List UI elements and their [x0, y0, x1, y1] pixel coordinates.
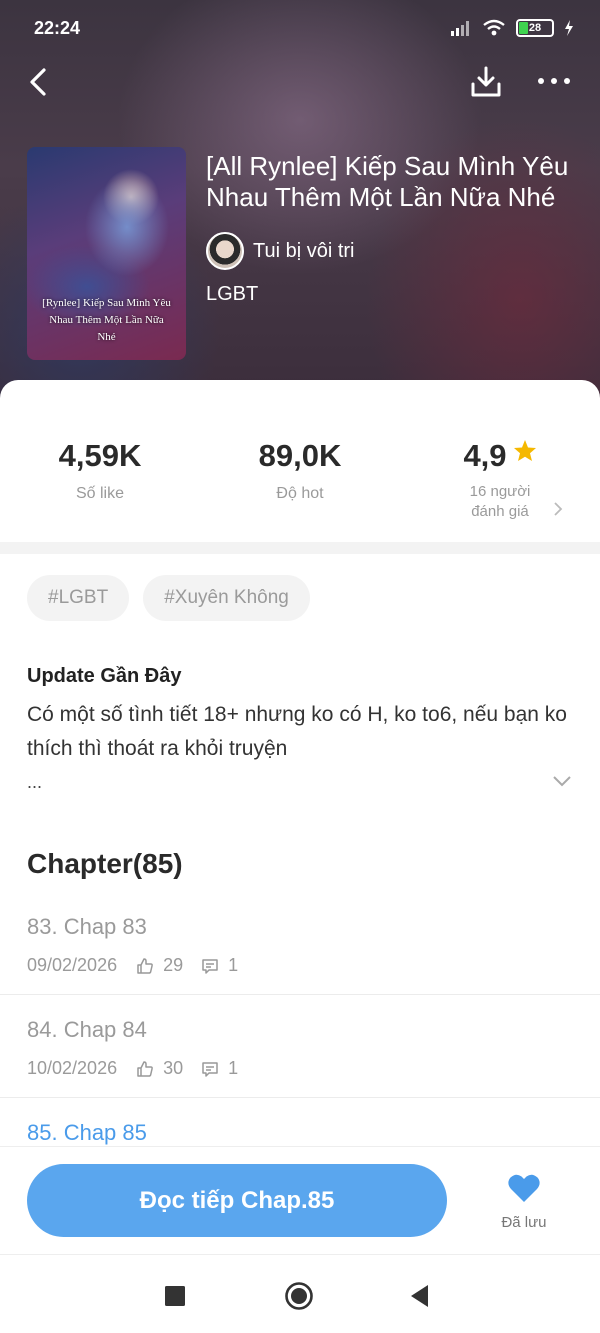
chapter-meta: 10/02/2026 30 1 [27, 1058, 238, 1079]
continue-reading-button[interactable]: Đọc tiếp Chap.85 [27, 1164, 447, 1237]
update-ellipsis: ... [27, 772, 43, 792]
tag-xuyen-khong[interactable]: #Xuyên Không [143, 575, 310, 621]
thumbs-up-icon [136, 1060, 154, 1078]
bottom-action-bar: Đọc tiếp Chap.85 Đã lưu [0, 1146, 600, 1254]
chapter-row-current[interactable]: 85. Chap 85 [0, 1098, 600, 1150]
likes-label: Số like [75, 485, 125, 502]
book-hero-header: 22:24 28 [Rynlee] Kiếp Sau Mình Yêu Nhau… [0, 0, 600, 420]
chapter-row[interactable]: 83. Chap 83 09/02/2026 29 1 [0, 892, 600, 995]
top-navigation [0, 58, 600, 106]
circle-icon [285, 1282, 313, 1310]
signal-icon [451, 21, 469, 36]
rating-value: 4,9 [463, 438, 507, 473]
status-bar: 22:24 28 [0, 0, 600, 58]
comment-icon [201, 1060, 219, 1078]
saved-label: Đã lưu [501, 1214, 547, 1231]
chapter-likes: 29 [163, 955, 184, 975]
stat-likes: 4,59K Số like [50, 438, 150, 504]
chapter-heading: Chapter(85) [27, 848, 183, 879]
chapter-title: 85. Chap 85 [27, 1120, 147, 1145]
chapter-date: 09/02/2026 [27, 955, 118, 975]
more-icon [538, 78, 570, 84]
triangle-back-icon [411, 1285, 428, 1307]
chapter-date: 10/02/2026 [27, 1058, 118, 1078]
home-button[interactable] [284, 1281, 314, 1311]
chapter-comments: 1 [228, 1058, 239, 1078]
download-icon [471, 66, 501, 97]
book-details: 4,59K Số like 89,0K Độ hot 4,9 16 người … [0, 380, 600, 1150]
book-category[interactable]: LGBT [206, 283, 258, 306]
square-icon [165, 1286, 185, 1306]
back-nav-button[interactable] [406, 1281, 436, 1311]
author-avatar [206, 232, 244, 270]
chapter-row[interactable]: 84. Chap 84 10/02/2026 30 1 [0, 995, 600, 1098]
author-name: Tui bị vôi tri [253, 239, 355, 262]
download-button[interactable] [468, 64, 504, 100]
section-divider [0, 542, 600, 554]
tag-lgbt[interactable]: #LGBT [27, 575, 130, 621]
hot-value: 89,0K [258, 438, 342, 473]
status-time: 22:24 [34, 18, 81, 38]
recent-apps-button[interactable] [160, 1281, 190, 1311]
back-arrow-icon [30, 68, 46, 96]
star-icon [513, 440, 536, 461]
tag-list: #LGBT #Xuyên Không [27, 575, 310, 621]
book-title: [All Rynlee] Kiếp Sau Mình Yêu Nhau Thêm… [206, 151, 569, 212]
rating-caption: đánh giá [471, 503, 529, 520]
thumbs-up-icon [136, 957, 154, 975]
chapter-list: 83. Chap 83 09/02/2026 29 1 84. Chap 84 … [0, 892, 600, 1150]
heart-icon [508, 1174, 540, 1202]
chapter-title: 83. Chap 83 [27, 914, 147, 939]
battery-level: 28 [528, 22, 542, 34]
update-description: Có một số tình tiết 18+ nhưng ko có H, k… [27, 703, 567, 760]
stats-row: 4,59K Số like 89,0K Độ hot 4,9 16 người … [0, 380, 600, 542]
wifi-icon [483, 19, 505, 36]
update-heading: Update Gần Đây [27, 665, 182, 687]
back-button[interactable] [24, 64, 56, 100]
comment-icon [201, 957, 219, 975]
chapter-likes: 30 [163, 1058, 184, 1078]
system-navigation-bar [0, 1254, 600, 1333]
rating-row: 4,9 [440, 438, 560, 474]
charging-icon [565, 20, 573, 36]
author-link[interactable]: Tui bị vôi tri [206, 232, 355, 270]
chapter-comments: 1 [228, 955, 239, 975]
cover-title: [Rynlee] Kiếp Sau Mình Yêu Nhau Thêm Một… [42, 297, 171, 343]
more-options-button[interactable] [534, 66, 574, 96]
battery-indicator: 28 [516, 19, 554, 37]
hot-label: Độ hot [276, 485, 324, 502]
likes-value: 4,59K [58, 438, 142, 473]
saved-button[interactable]: Đã lưu [490, 1173, 558, 1231]
chevron-down-icon[interactable] [550, 772, 574, 790]
chapter-meta: 09/02/2026 29 1 [27, 955, 238, 976]
stat-hot: 89,0K Độ hot [250, 438, 350, 504]
status-icons: 28 [450, 19, 574, 37]
stat-rating[interactable]: 4,9 16 người đánh giá [440, 438, 560, 522]
chapter-title: 84. Chap 84 [27, 1017, 147, 1042]
chevron-right-icon[interactable] [552, 501, 564, 517]
book-cover[interactable]: [Rynlee] Kiếp Sau Mình Yêu Nhau Thêm Một… [27, 147, 186, 360]
rating-count: 16 người [469, 483, 531, 500]
rating-label: 16 người đánh giá [440, 482, 560, 522]
